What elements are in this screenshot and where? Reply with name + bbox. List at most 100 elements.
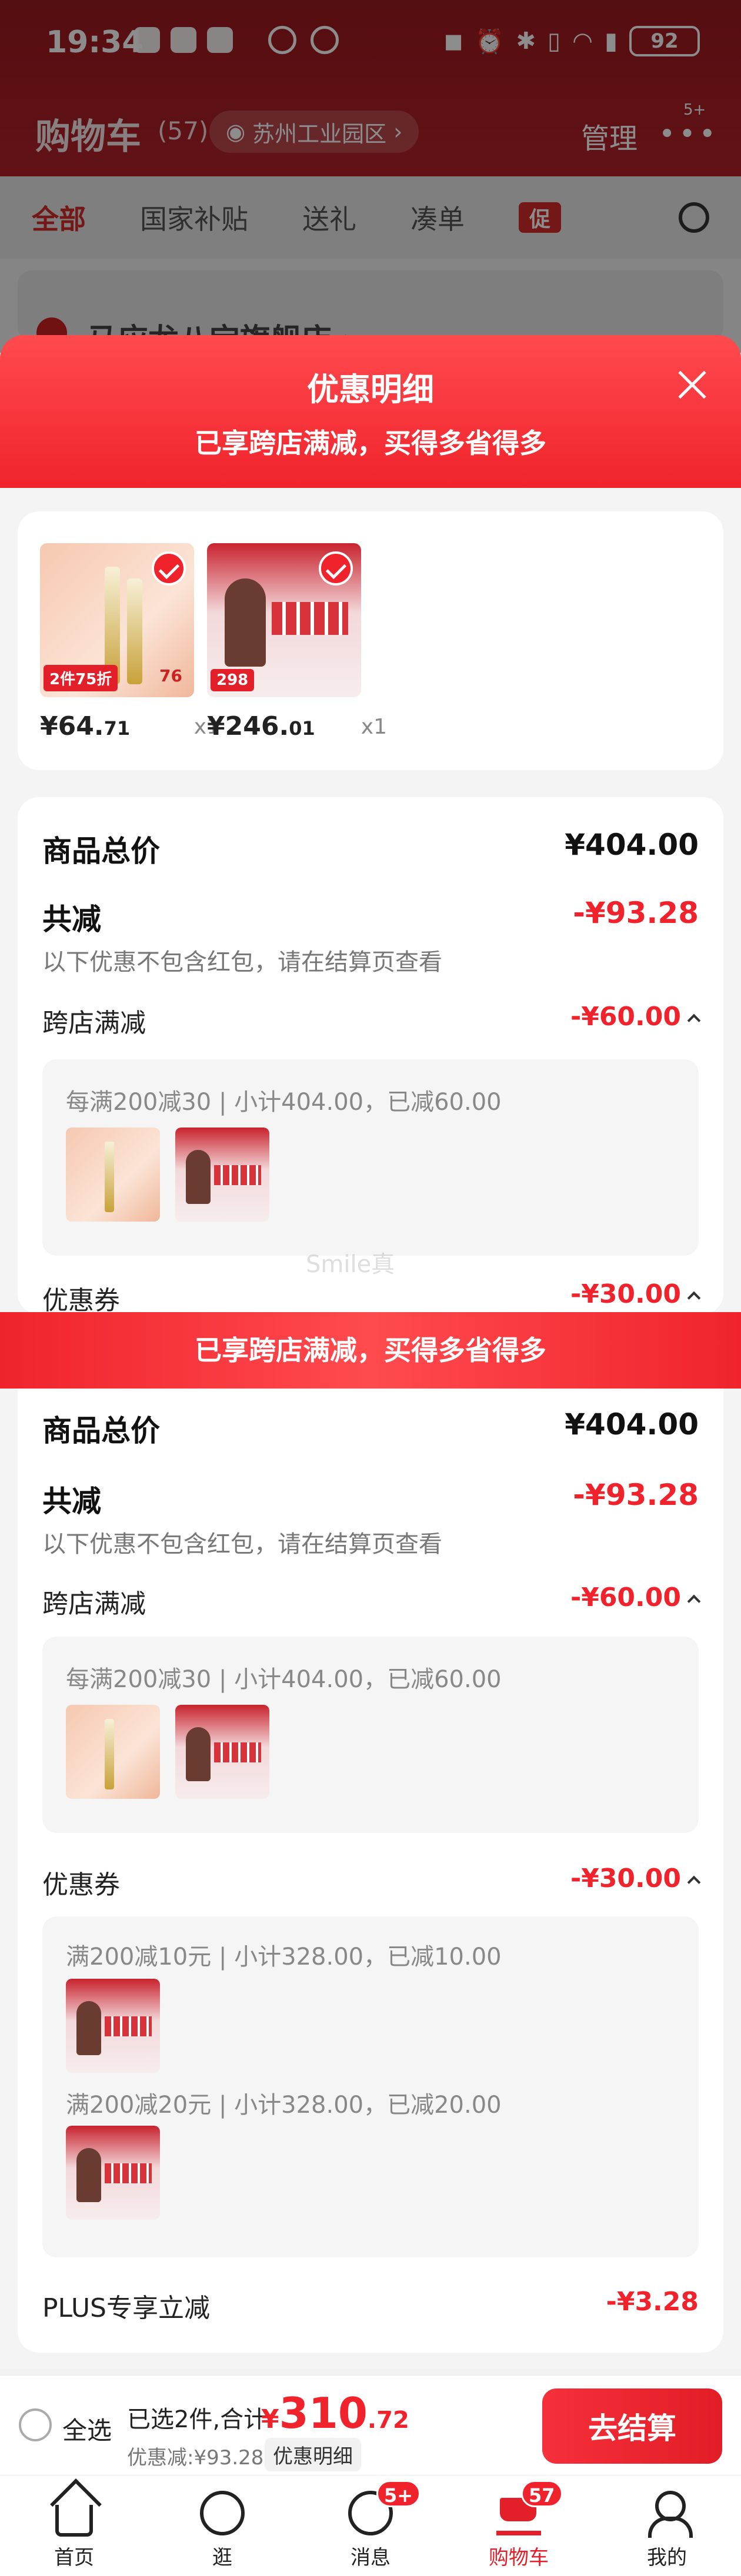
price-int: ¥246. <box>207 711 289 741</box>
nav-home[interactable]: 首页 <box>0 2475 148 2576</box>
total-label: 商品总价 <box>42 834 160 868</box>
plus-value: -¥3.28 <box>606 2287 699 2317</box>
nav-label: 首页 <box>54 2546 94 2570</box>
mini-product-image <box>175 1128 269 1222</box>
coupon-value-wrap: -¥30.00 <box>570 1864 701 1893</box>
mini-product-image <box>66 1979 160 2073</box>
discount-text: 优惠减:¥93.28 <box>127 2446 264 2470</box>
check-icon[interactable] <box>319 551 353 586</box>
cross-detail-box: 每满200减30 | 小计404.00，已减60.00 <box>42 1637 699 1833</box>
home-icon <box>55 2505 93 2537</box>
product-boxes <box>214 1165 261 1185</box>
cross-label: 跨店满减 <box>42 1008 146 1038</box>
close-icon[interactable] <box>674 367 710 403</box>
summary-card-top: 商品总价 ¥404.00 共减 -¥93.28 以下优惠不包含红包，请在结算页查… <box>18 797 723 1316</box>
model-figure <box>186 1727 211 1781</box>
nav-label: 消息 <box>351 2546 390 2570</box>
chevron-up-icon[interactable] <box>687 1291 701 1305</box>
nav-browse[interactable]: 逛 <box>148 2475 296 2576</box>
promo-tag: 2件75折 <box>44 665 118 691</box>
plus-label: PLUS专享立减 <box>42 2293 210 2323</box>
mini-product-image <box>66 1128 160 1222</box>
price-dec: 01 <box>289 717 315 740</box>
cross-value: -¥60.00 <box>570 1002 681 1032</box>
model-figure <box>186 1150 211 1204</box>
select-all-label[interactable]: 全选 <box>62 2411 112 2447</box>
product-boxes <box>105 2016 152 2036</box>
product-tube <box>105 1142 114 1212</box>
cross-value: -¥60.00 <box>570 1583 681 1612</box>
cross-value-wrap: -¥60.00 <box>570 1583 701 1612</box>
product-boxes <box>272 602 348 635</box>
mini-product-image <box>66 1705 160 1799</box>
coupon-detail-2: 满200减20元 | 小计328.00，已减20.00 <box>66 2092 502 2119</box>
sheet-title: 优惠明细 <box>307 371 434 408</box>
nav-messages[interactable]: 5+ 消息 <box>296 2475 445 2576</box>
cross-value-wrap: -¥60.00 <box>570 1002 701 1032</box>
total-value: ¥404.00 <box>565 1407 699 1441</box>
reduce-note: 以下优惠不包含红包，请在结算页查看 <box>42 949 442 976</box>
total-price: ¥310.72 <box>261 2388 409 2438</box>
cart-badge: 57 <box>521 2480 563 2507</box>
product-tube <box>127 578 142 684</box>
sheet-subtitle: 已享跨店满减，买得多省得多 <box>195 427 546 459</box>
coupon-detail-1: 满200减10元 | 小计328.00，已减10.00 <box>66 1943 502 1971</box>
coupon-label: 优惠券 <box>42 1870 120 1900</box>
price-dec: 71 <box>104 717 131 740</box>
product-price: ¥64.71 <box>40 711 130 741</box>
cross-detail-box: 每满200减30 | 小计404.00，已减60.00 <box>42 1059 699 1256</box>
model-figure <box>76 2001 101 2055</box>
cross-detail: 每满200减30 | 小计404.00，已减60.00 <box>66 1089 502 1116</box>
modal-overlay[interactable] <box>0 0 741 353</box>
product-item[interactable]: 2件75折 76 ¥64.71 x1 <box>40 543 220 741</box>
coupon-value: -¥30.00 <box>570 1279 681 1309</box>
check-icon[interactable] <box>152 551 186 586</box>
product-price: ¥246.01 <box>207 711 315 741</box>
tag-price: 76 <box>159 666 182 685</box>
nav-label: 购物车 <box>489 2546 549 2570</box>
select-all-radio[interactable] <box>19 2408 52 2441</box>
cross-detail: 每满200减30 | 小计404.00，已减60.00 <box>66 1666 502 1693</box>
face-icon <box>200 2491 245 2535</box>
product-boxes <box>105 2163 152 2183</box>
product-tube <box>105 1719 114 1789</box>
total-dec: .72 <box>367 2407 409 2434</box>
nav-cart[interactable]: 57 购物车 <box>445 2475 593 2576</box>
cross-store-banner: 已享跨店满减，买得多省得多 <box>0 1312 741 1389</box>
product-boxes <box>214 1742 261 1762</box>
total-yen: ¥ <box>261 2404 279 2434</box>
reduce-value: -¥93.28 <box>573 896 699 930</box>
price-int: ¥64. <box>40 711 104 741</box>
checkout-bar: 全选 已选2件,合计: ¥310.72 优惠减:¥93.28 优惠明细 去结算 <box>0 2375 741 2475</box>
product-image: 298 <box>207 543 361 697</box>
reduce-value: -¥93.28 <box>573 1478 699 1512</box>
chevron-up-icon[interactable] <box>687 1875 701 1889</box>
discount-sheet-header: 优惠明细 已享跨店满减，买得多省得多 <box>0 335 741 488</box>
discount-detail-button[interactable]: 优惠明细 <box>265 2438 361 2471</box>
coupon-label: 优惠券 <box>42 1286 120 1316</box>
reduce-note: 以下优惠不包含红包，请在结算页查看 <box>42 1531 442 1558</box>
selected-summary: 已选2件,合计: <box>127 2406 275 2433</box>
product-image: 2件75折 76 <box>40 543 194 697</box>
model-figure <box>225 578 266 667</box>
coupon-value-wrap: -¥30.00 <box>570 1279 701 1309</box>
total-value: ¥404.00 <box>565 828 699 862</box>
messages-badge: 5+ <box>376 2480 421 2507</box>
user-icon <box>645 2491 693 2538</box>
promo-tag: 298 <box>211 669 255 691</box>
product-qty: x1 <box>361 715 387 739</box>
reduce-label: 共减 <box>42 1484 101 1518</box>
bottom-nav: 首页 逛 5+ 消息 57 购物车 我的 <box>0 2475 741 2576</box>
mini-product-image <box>66 2126 160 2220</box>
product-item[interactable]: 298 ¥246.01 x1 <box>207 543 387 741</box>
total-int: 310 <box>279 2388 368 2438</box>
mini-product-image <box>175 1705 269 1799</box>
nav-label: 我的 <box>647 2546 687 2570</box>
watermark: Smile真 <box>306 1251 395 1278</box>
chevron-up-icon[interactable] <box>687 1013 701 1028</box>
checkout-button[interactable]: 去结算 <box>542 2388 722 2464</box>
nav-profile[interactable]: 我的 <box>593 2475 741 2576</box>
chevron-up-icon[interactable] <box>687 1594 701 1608</box>
summary-card: 商品总价 ¥404.00 共减 -¥93.28 以下优惠不包含红包，请在结算页查… <box>18 1389 723 2353</box>
nav-label: 逛 <box>212 2546 232 2570</box>
